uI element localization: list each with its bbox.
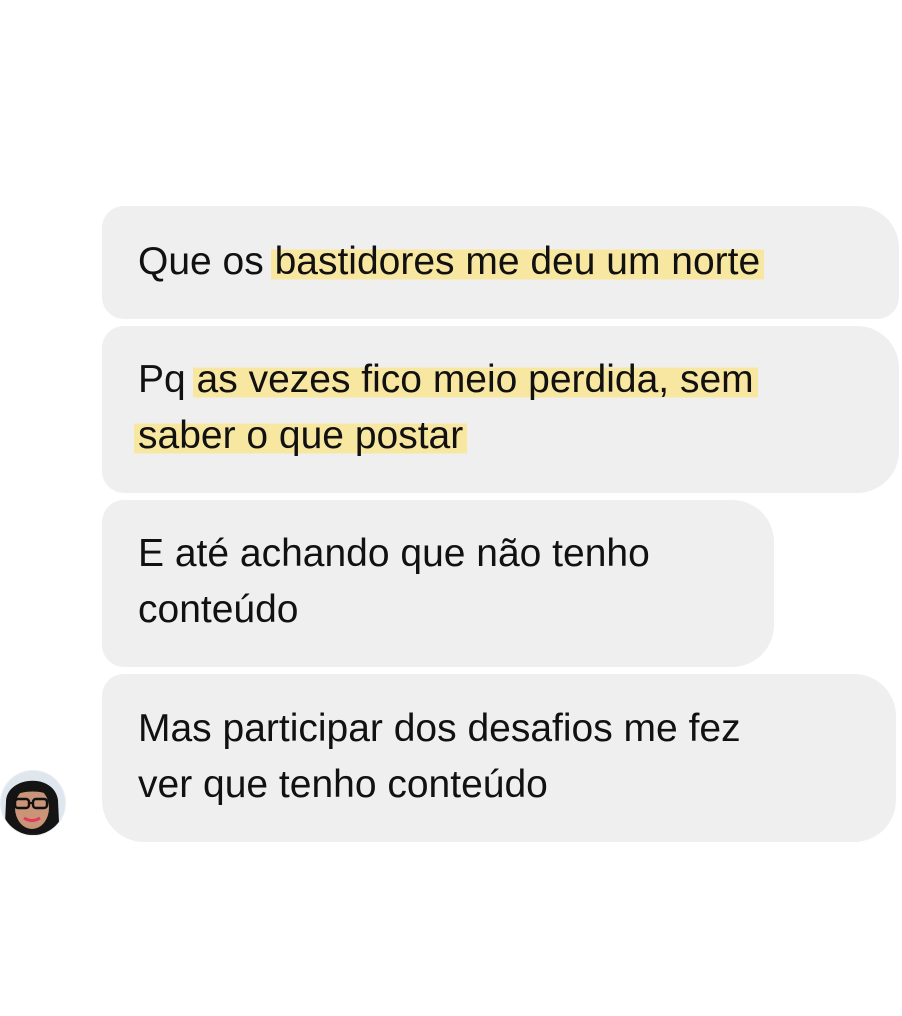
message-bubble-4[interactable]: Mas participar dos desafios me fez ver q… bbox=[102, 674, 896, 842]
sender-avatar[interactable] bbox=[0, 762, 66, 844]
profile-photo-icon bbox=[1, 771, 65, 835]
message-text: Pq bbox=[138, 358, 197, 401]
message-line: ver que tenho conteúdo bbox=[138, 763, 548, 806]
message-line: saber o que postar bbox=[134, 408, 869, 464]
message-thread: Que os bastidores me deu um norte Pq as … bbox=[0, 0, 902, 1016]
message-text: Que os bbox=[138, 240, 275, 283]
message-line: E até achando que não tenho bbox=[138, 532, 650, 575]
message-bubble-3[interactable]: E até achando que não tenho conteúdo bbox=[102, 500, 774, 667]
message-line: conteúdo bbox=[138, 588, 299, 631]
highlighted-text: bastidores me deu um norte bbox=[270, 240, 765, 283]
message-line: Pq as vezes fico meio perdida, sem bbox=[138, 352, 869, 408]
message-bubble-1[interactable]: Que os bastidores me deu um norte bbox=[102, 206, 899, 319]
highlighted-text: as vezes fico meio perdida, sem bbox=[192, 358, 758, 401]
message-line: Mas participar dos desafios me fez bbox=[138, 707, 741, 750]
message-bubble-2[interactable]: Pq as vezes fico meio perdida, sem saber… bbox=[102, 326, 899, 493]
message-line: Que os bastidores me deu um norte bbox=[138, 234, 869, 290]
highlighted-text: saber o que postar bbox=[134, 414, 468, 457]
